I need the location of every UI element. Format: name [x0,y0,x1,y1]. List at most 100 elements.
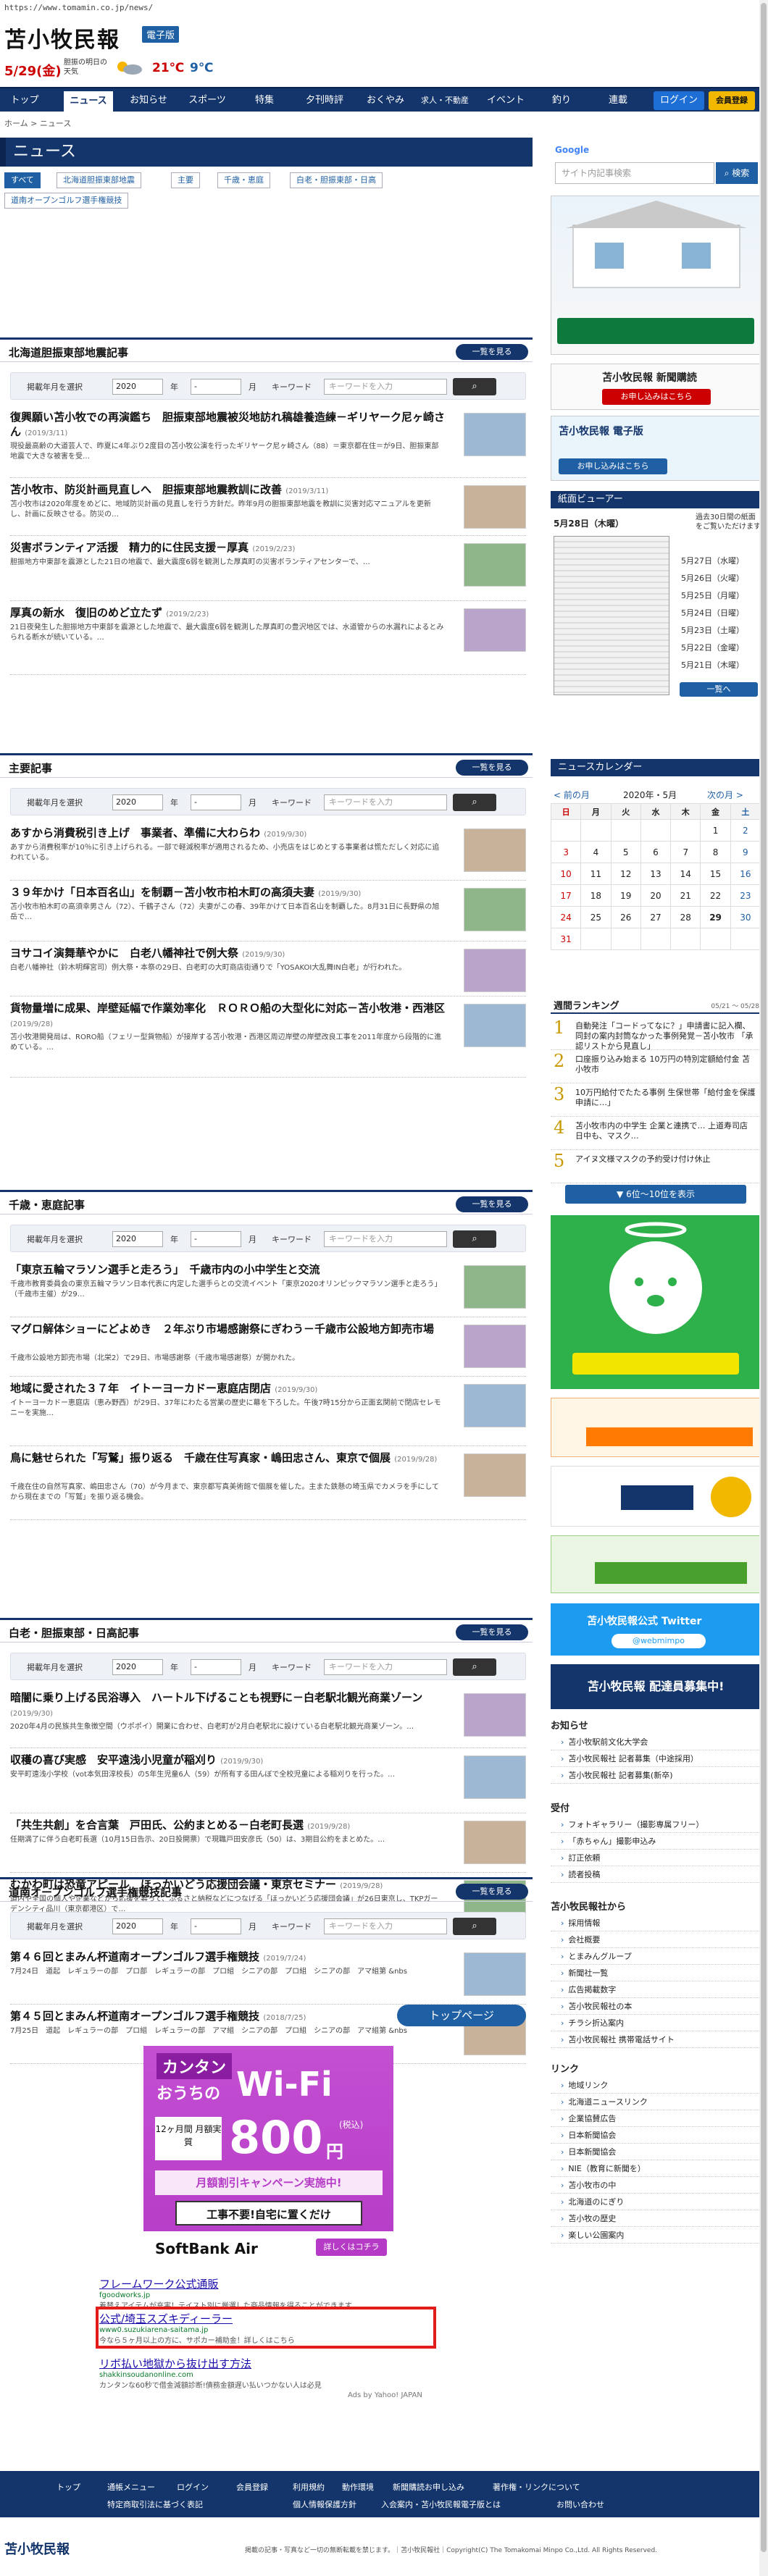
article-title[interactable]: 第４５回とまみん杯道南オープンゴルフ選手権競技 (2018/7/25) [10,2009,445,2026]
article-item[interactable]: あすから消費税引き上げ 事業者、準備に大わらわ (2019/9/30) あすから消… [10,826,526,881]
month-select[interactable]: - [191,1659,241,1675]
article-item[interactable]: 「共生共創」を合言葉 戸田氏、公約まとめる－白老町長選 (2019/9/28) 任… [10,1818,526,1873]
article-title[interactable]: 「共生共創」を合言葉 戸田氏、公約まとめる－白老町長選 (2019/9/28) [10,1818,445,1834]
year-select[interactable]: 2020 [112,1918,163,1934]
nav-obituary[interactable]: おくやみ [358,88,413,113]
sidebar-link[interactable]: 採用情報 [551,1915,761,1931]
article-title[interactable]: 暗闇に乗り上げる民浴導入 ハートル下げることも視野に－白老駅北観光商業ゾーン (… [10,1690,445,1721]
article-title[interactable]: あすから消費税引き上げ 事業者、準備に大わらわ (2019/9/30) [10,826,445,842]
ad-cta[interactable]: 詳しくはコチラ [316,2239,387,2256]
calendar-prev[interactable]: < 前の月 [554,789,590,801]
nav-editorial[interactable]: 夕刊時評 [296,88,354,113]
viewer-date-link[interactable]: 5月21日（木曜） [681,659,744,671]
keyword-input[interactable]: キーワードを入力 [324,794,447,810]
hiring-banner[interactable]: 苫小牧民報 配達員募集中! [551,1664,761,1709]
article-title[interactable]: 収穫の喜び実感 安平遠浅小児童が稲刈り (2019/9/30) [10,1753,445,1769]
nav-feature[interactable]: 特集 [239,88,290,113]
section-more-button[interactable]: 一覧を見る [456,760,528,776]
article-item[interactable]: ３９年かけ「日本百名山」を制覇－苫小牧市柏木町の高須夫妻 (2019/9/30)… [10,885,526,941]
article-item[interactable]: 貨物量増に成果、岸壁延幅で作業効率化 ＲＯＲＯ船の大型化に対応－苫小牧港・西港区… [10,1001,526,1078]
footer-link[interactable]: 入会案内・苫小牧民報電子版とは [381,2499,501,2510]
viewer-date-link[interactable]: 5月24日（日曜） [681,607,744,618]
sidebar-link[interactable]: 北海道ニュースリンク [551,2094,761,2110]
section-more-button[interactable]: 一覧を見る [456,1196,528,1212]
sidebar-link[interactable]: チラシ折込案内 [551,2015,761,2031]
filter-chitose[interactable]: 千歳・恵庭 [217,172,270,188]
subscribe-button[interactable]: お申し込みはこちら [602,389,711,405]
sidebar-link[interactable]: 日本新聞協会 [551,2127,761,2144]
calendar-day[interactable]: 30 [730,906,761,928]
filter-shiraoi[interactable]: 白老・胆振東部・日高 [290,172,383,188]
sidebar-link[interactable]: 楽しい公園案内 [551,2227,761,2244]
article-thumbnail[interactable] [464,1755,526,1799]
top-page-button[interactable]: トップページ [397,2005,526,2026]
sidebar-link[interactable]: 苫小牧市の中 [551,2177,761,2194]
search-icon[interactable]: ⌕ [453,378,496,395]
calendar-day[interactable]: 20 [640,884,672,907]
calendar-day[interactable]: 23 [730,884,761,907]
keyword-input[interactable]: キーワードを入力 [324,1918,447,1934]
sidebar-link[interactable]: フォトギャラリー（撮影専属フリー） [551,1816,761,1833]
nav-jobs[interactable]: 求人・不動産 [416,88,474,113]
filter-all[interactable]: すべて [4,172,41,188]
sidebar-link[interactable]: 読者投稿 [551,1866,761,1883]
sidebar-link[interactable]: NIE（教育に新聞を） [551,2160,761,2177]
sidebar-link[interactable]: 新聞社一覧 [551,1965,761,1981]
viewer-date-link[interactable]: 5月26日（火曜） [681,572,744,584]
search-icon[interactable]: ⌕ [453,1918,496,1935]
article-thumbnail[interactable] [464,1325,526,1368]
calendar-day[interactable]: 21 [670,884,701,907]
twitter-banner[interactable]: 苫小牧民報公式 Twitter @webmimpo [551,1603,761,1656]
character-ad[interactable] [551,1215,761,1389]
ranking-item[interactable]: 1 自動発注「コードってなに？」申請書に記入欄、同封の案内封筒なかった事例発覚－苫… [551,1018,761,1051]
sidebar-link[interactable]: 苫小牧民報社の本 [551,1998,761,2015]
viewer-more-button[interactable]: 一覧へ [680,682,758,697]
article-thumbnail[interactable] [464,543,526,587]
footer-link[interactable]: 著作権・リンクについて [493,2481,580,2493]
sidebar-link[interactable]: 会社概要 [551,1931,761,1948]
footer-link[interactable]: お問い合わせ [556,2499,604,2510]
search-icon[interactable]: ⌕ [453,1230,496,1248]
article-item[interactable]: 鳥に魅せられた「写鷲」振り返る 千歳在住写真家・嶋田忠さん、東京で個展 (201… [10,1451,526,1520]
filter-earthquake[interactable]: 北海道胆振東部地震 [57,172,141,188]
ranking-item[interactable]: 3 10万円給付でたたる事例 生保世帯「給付金を保護申請に…」 [551,1085,761,1117]
article-thumbnail[interactable] [464,608,526,652]
footer-link[interactable]: ログイン [177,2481,209,2493]
calendar-day[interactable]: 15 [700,863,731,885]
calendar-day[interactable]: 13 [640,863,672,885]
ad-banner[interactable]: カンタン おうちの Wi-Fi 12ヶ月間 月額実質 800 円 (税込) 月額… [143,2046,393,2263]
address-bar[interactable]: https://www.tomamin.co.jp/news/ [0,0,768,16]
calendar-day[interactable]: 31 [550,928,582,950]
filter-main[interactable]: 主要 [171,172,200,188]
calendar-day[interactable]: 7 [670,841,701,863]
calendar-day[interactable]: 3 [550,841,582,863]
search-icon[interactable]: ⌕ [453,794,496,811]
sidebar-link[interactable]: 地域リンク [551,2077,761,2094]
footer-link[interactable]: 個人情報保護方針 [293,2499,356,2510]
nav-events[interactable]: イベント [478,88,533,113]
site-logo[interactable]: 苫小牧民報 [4,22,120,54]
sidebar-link[interactable]: 訂正依頼 [551,1850,761,1866]
section-more-button[interactable]: 一覧を見る [456,344,528,360]
calendar-day[interactable]: 25 [580,906,612,928]
article-thumbnail[interactable] [464,828,526,872]
calendar-day[interactable]: 24 [550,906,582,928]
article-title[interactable]: ３９年かけ「日本百名山」を制覇－苫小牧市柏木町の高須夫妻 (2019/9/30) [10,885,445,902]
article-thumbnail[interactable] [464,1265,526,1309]
calendar-day[interactable]: 26 [610,906,641,928]
sidebar-link[interactable]: 「赤ちゃん」撮影申込み [551,1833,761,1850]
text-ad-1[interactable]: フレームワーク公式通販 fgoodworks.jp 着替えアイテムが充実！テイス… [99,2276,440,2310]
calendar-day[interactable]: 11 [580,863,612,885]
year-select[interactable]: 2020 [112,1231,163,1247]
paper-thumbnail[interactable] [554,536,669,695]
sidebar-link[interactable]: 苫小牧民報社 記者募集(新卒) [551,1767,761,1784]
calendar-day[interactable]: 2 [730,819,761,842]
nav-sports[interactable]: スポーツ [181,88,233,113]
sidebar-link[interactable]: 広告掲載数字 [551,1981,761,1998]
nav-notice[interactable]: お知らせ [122,88,175,113]
article-title[interactable]: 「東京五輪マラソン選手と走ろう」 千歳市内の小中学生と交流 [10,1262,445,1279]
footer-link[interactable]: 通帳メニュー [107,2481,155,2493]
nav-series[interactable]: 連載 [593,88,643,113]
article-thumbnail[interactable] [464,1952,526,1996]
article-thumbnail[interactable] [464,413,526,456]
